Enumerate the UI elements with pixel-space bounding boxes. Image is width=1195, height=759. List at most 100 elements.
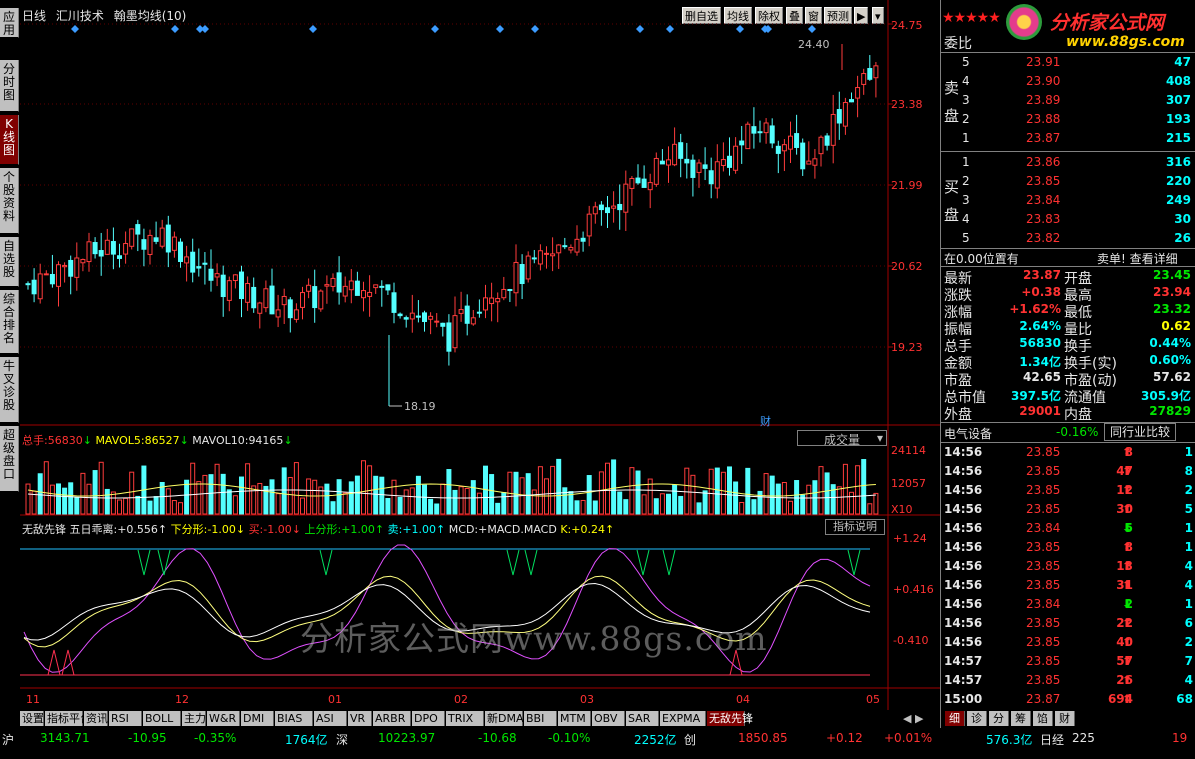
logo: 分析家公式网 www.88gs.com: [1000, 2, 1195, 52]
sidebar-item-kline[interactable]: K线图: [0, 115, 19, 165]
tab-4[interactable]: BOLL: [143, 711, 181, 726]
volume-bar: [720, 471, 726, 515]
tab-14[interactable]: 新DMA: [485, 711, 524, 726]
candle-body: [629, 177, 635, 189]
volume-bar: [361, 460, 366, 515]
tab-7[interactable]: DMI: [241, 711, 274, 726]
tab-13[interactable]: TRIX: [446, 711, 484, 726]
tick-time: 14:56: [944, 502, 983, 516]
kline-chart[interactable]: [20, 0, 940, 710]
sidebar-item-watchlist[interactable]: 自选股: [0, 237, 19, 287]
buy-signal-icon: [61, 649, 75, 676]
tab-19[interactable]: EXPMA: [660, 711, 706, 726]
tab-0[interactable]: 设置: [20, 711, 44, 726]
tab-5[interactable]: 主力: [182, 711, 206, 726]
candle-body: [263, 288, 269, 309]
tab-16[interactable]: MTM: [558, 711, 591, 726]
tick-price: 23.85: [1026, 616, 1061, 630]
tab-scroll-icon[interactable]: ◀ ▶: [903, 712, 923, 725]
tab-11[interactable]: ARBR: [373, 711, 411, 726]
stat-value: 305.9亿: [1141, 389, 1191, 403]
volume-bar: [190, 462, 196, 515]
candle-body: [361, 290, 366, 299]
volume-bar: [580, 499, 586, 515]
volume-bar: [672, 484, 678, 515]
order-volume: 193: [1165, 112, 1191, 126]
stat-label: 内盘: [1064, 407, 1092, 423]
candle-body: [470, 317, 476, 325]
signal-diamond-icon: [201, 25, 209, 33]
date-tick: 12: [175, 693, 189, 706]
tab-15[interactable]: BBI: [524, 711, 557, 726]
sell-signal-icon: [506, 549, 520, 576]
stat-row: 市盈 42.65 市盈(动) 57.62: [942, 370, 1195, 389]
tab-8[interactable]: BIAS: [275, 711, 313, 726]
volume-bar: [556, 458, 562, 515]
volume-header: 总手:56830↓ MAVOL5:86527↓ MAVOL10:94165↓: [22, 434, 293, 447]
candle-body: [348, 280, 354, 291]
rating-stars-icon: ★★★★★: [942, 10, 1001, 26]
fin-badge-icon[interactable]: 财: [760, 413, 771, 429]
tick-price: 23.85: [1026, 578, 1061, 592]
tick-time: 14:56: [944, 559, 983, 573]
volume-bar: [379, 476, 385, 515]
candle-body: [190, 251, 196, 273]
order-detail-link[interactable]: 卖单! 查看详细: [1097, 250, 1178, 267]
ind-label: 上分形:: [304, 523, 342, 536]
tick-price: 23.85: [1026, 445, 1061, 459]
tick-row: 14:56 23.85 31 ⬆ 4: [942, 576, 1195, 595]
volume-bar: [592, 500, 598, 515]
candle-body: [354, 280, 360, 296]
cy-change: +0.12: [826, 731, 863, 745]
candle-body: [861, 73, 867, 85]
tab-9[interactable]: ASI: [314, 711, 347, 726]
volume-bar: [104, 488, 110, 515]
volume-dropdown[interactable]: 成交量 ▾: [797, 430, 887, 447]
volume-bar: [123, 497, 129, 515]
candle-body: [269, 285, 275, 315]
order-level: 1: [962, 131, 970, 145]
tick-count: 4: [1184, 559, 1193, 573]
volume-bar: [867, 503, 873, 515]
orderbook-row: 3 23.89 307: [942, 91, 1195, 110]
sector-name[interactable]: 电气设备: [944, 425, 992, 442]
sidebar-item-profile[interactable]: 个股资料: [0, 168, 19, 234]
tab-1[interactable]: 指标平台: [45, 711, 91, 726]
tab-12[interactable]: DPO: [412, 711, 445, 726]
candle-body: [159, 227, 165, 247]
order-volume: 220: [1165, 174, 1191, 188]
sidebar-item-ranking[interactable]: 综合排名: [0, 290, 19, 354]
volume-bar: [202, 474, 208, 515]
sidebar-item-timeline[interactable]: 分时图: [0, 60, 19, 112]
tab-3[interactable]: RSI: [109, 711, 142, 726]
tab-20[interactable]: 无敌先锋: [707, 711, 753, 726]
tab-18[interactable]: SAR: [626, 711, 659, 726]
indicator-help-button[interactable]: 指标说明: [825, 519, 885, 535]
stat-value: 23.87: [1023, 268, 1061, 282]
tick-count: 1: [1184, 445, 1193, 459]
sidebar-label: 超级盘口: [2, 428, 15, 481]
tab-2[interactable]: 资讯: [84, 711, 108, 726]
candle-body: [666, 159, 671, 166]
candle-body: [830, 113, 836, 146]
candle-body: [751, 126, 757, 134]
volume-tick: 24114: [891, 444, 926, 457]
tab-17[interactable]: OBV: [592, 711, 625, 726]
stat-value: +1.62%: [1009, 302, 1061, 316]
sell-signal-icon: [524, 549, 538, 576]
sidebar-item-orderbook[interactable]: 超级盘口: [0, 426, 19, 492]
volume-bar: [641, 494, 647, 515]
indicator-tick: -0.410: [893, 634, 929, 647]
tab-10[interactable]: VR: [348, 711, 372, 726]
volume-bar: [147, 500, 153, 515]
sidebar-item-diagnose[interactable]: 牛叉诊股: [0, 357, 19, 423]
tick-count: 2: [1184, 635, 1193, 649]
sector-compare-button[interactable]: 同行业比较: [1104, 423, 1176, 441]
date-tick: 04: [736, 693, 750, 706]
tab-6[interactable]: W&R: [207, 711, 240, 726]
candle-body: [226, 280, 232, 301]
arrow-up-icon: ⬆: [1122, 502, 1133, 516]
sidebar-item-app[interactable]: 应用: [0, 8, 19, 38]
sell-signal-icon: [636, 549, 650, 576]
sell-signal-icon: [847, 549, 861, 576]
